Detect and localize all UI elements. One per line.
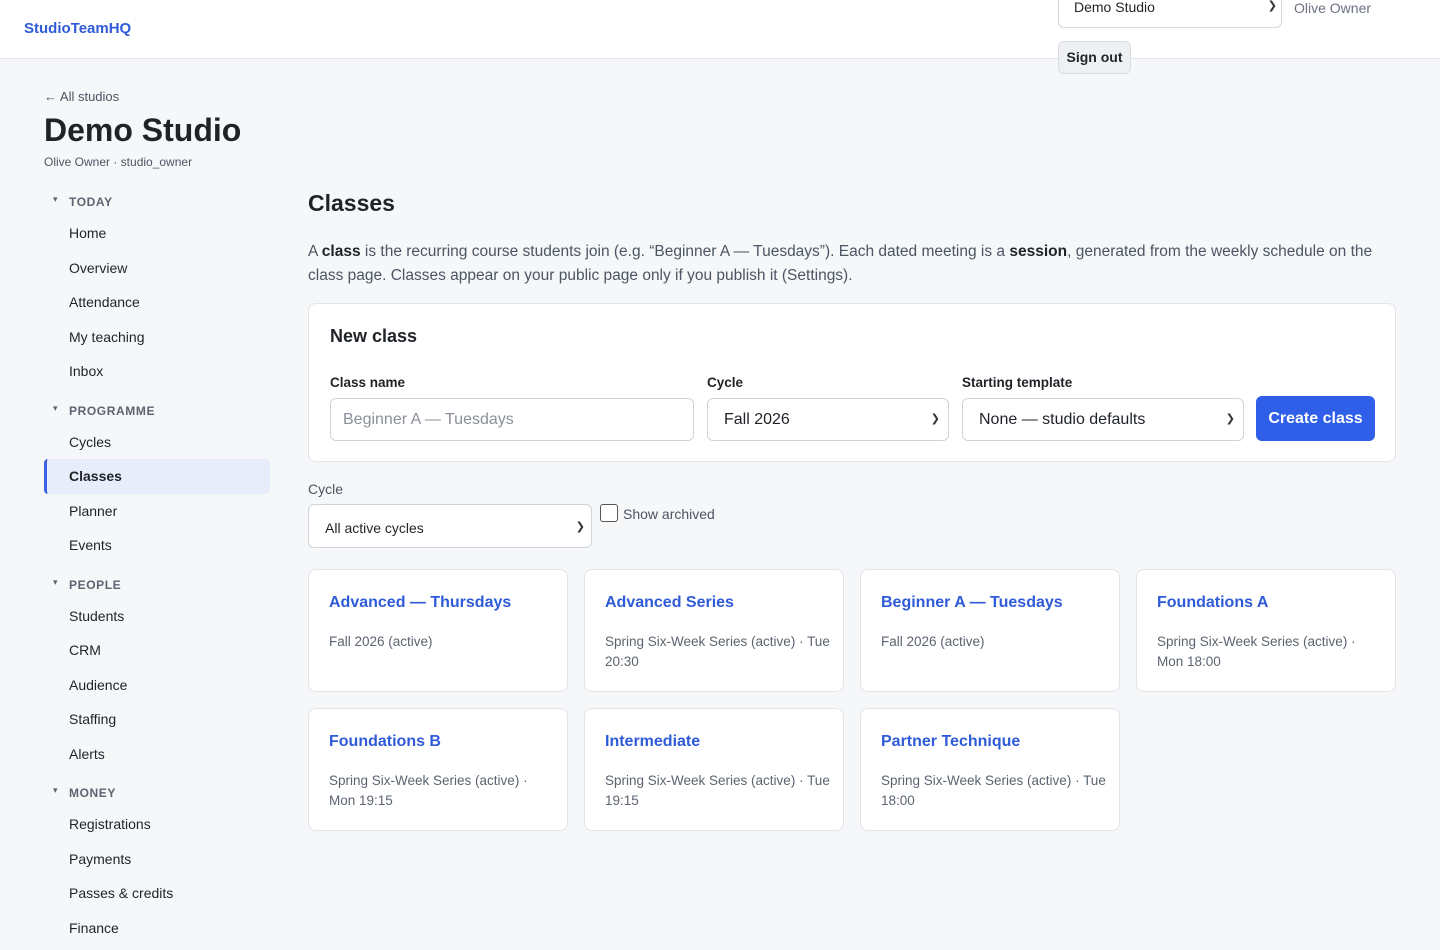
template-label: Starting template bbox=[962, 375, 1073, 390]
class-card[interactable]: Intermediate Spring Six-Week Series (act… bbox=[584, 708, 844, 831]
sidebar-item-alerts[interactable]: Alerts bbox=[44, 737, 270, 772]
template-select-value: None — studio defaults bbox=[979, 411, 1146, 428]
nav-section-today[interactable]: ▾ TODAY bbox=[44, 186, 270, 216]
intro-part: A bbox=[308, 243, 322, 260]
sidebar-item-my-teaching[interactable]: My teaching bbox=[44, 320, 270, 355]
sidebar-item-students[interactable]: Students bbox=[44, 599, 270, 634]
intro-text: A class is the recurring course students… bbox=[308, 240, 1398, 288]
intro-part: is the recurring course students join (e… bbox=[360, 243, 1010, 260]
nav-section-people[interactable]: ▾ PEOPLE bbox=[44, 569, 270, 599]
class-name-input[interactable]: Beginner A — Tuesdays bbox=[330, 398, 694, 441]
sidebar-item-home[interactable]: Home bbox=[44, 216, 270, 251]
top-bar: StudioTeamHQ Demo Studio ❯ Olive Owner S… bbox=[0, 0, 1440, 74]
class-card-meta: Spring Six-Week Series (active) · Mon 19… bbox=[329, 773, 528, 808]
class-card[interactable]: Advanced Series Spring Six-Week Series (… bbox=[584, 569, 844, 692]
studio-select-value: Demo Studio bbox=[1074, 0, 1155, 15]
nav-section-label: PEOPLE bbox=[69, 577, 122, 592]
brand-logo[interactable]: StudioTeamHQ bbox=[24, 20, 131, 37]
class-card-meta: Spring Six-Week Series (active) · Tue 19… bbox=[605, 773, 830, 808]
sidebar-item-inbox[interactable]: Inbox bbox=[44, 354, 270, 389]
intro-term-session: session bbox=[1009, 243, 1068, 260]
chevron-down-icon: ❯ bbox=[1225, 413, 1235, 425]
class-card[interactable]: Partner Technique Spring Six-Week Series… bbox=[860, 708, 1120, 831]
cycle-filter-label: Cycle bbox=[308, 481, 344, 497]
sidebar-item-attendance[interactable]: Attendance bbox=[44, 285, 270, 320]
sidebar-item-registrations[interactable]: Registrations bbox=[44, 807, 270, 842]
sidebar-item-cycles[interactable]: Cycles bbox=[44, 425, 270, 460]
class-card[interactable]: Foundations A Spring Six-Week Series (ac… bbox=[1136, 569, 1396, 692]
class-card[interactable]: Beginner A — Tuesdays Fall 2026 (active) bbox=[860, 569, 1120, 692]
sidebar-item-events[interactable]: Events bbox=[44, 528, 270, 563]
sidebar-item-passes-credits[interactable]: Passes & credits bbox=[44, 876, 270, 911]
create-class-button[interactable]: Create class bbox=[1256, 396, 1375, 441]
cycle-label: Cycle bbox=[707, 375, 744, 390]
cycle-filter-value: All active cycles bbox=[325, 520, 424, 536]
class-card-meta: Spring Six-Week Series (active) · Tue 20… bbox=[605, 634, 830, 669]
class-card-meta: Spring Six-Week Series (active) · Mon 18… bbox=[1157, 634, 1356, 669]
caret-down-icon: ▾ bbox=[53, 785, 59, 795]
page-title: Classes bbox=[308, 190, 395, 216]
class-card[interactable]: Advanced — Thursdays Fall 2026 (active) bbox=[308, 569, 568, 692]
user-name: Olive Owner bbox=[1294, 0, 1372, 16]
sidebar-item-staffing[interactable]: Staffing bbox=[44, 702, 270, 737]
class-card-name[interactable]: Partner Technique bbox=[881, 733, 1020, 751]
class-card-name[interactable]: Advanced — Thursdays bbox=[329, 594, 511, 612]
chevron-down-icon: ❯ bbox=[930, 413, 940, 425]
sidebar-item-payments[interactable]: Payments bbox=[44, 842, 270, 877]
intro-term-class: class bbox=[321, 243, 361, 260]
sidebar-item-planner[interactable]: Planner bbox=[44, 494, 270, 529]
caret-down-icon: ▾ bbox=[53, 194, 59, 204]
class-card-name[interactable]: Advanced Series bbox=[605, 594, 734, 612]
sidebar-item-finance[interactable]: Finance bbox=[44, 911, 270, 946]
template-select[interactable]: None — studio defaults ❯ bbox=[962, 398, 1244, 441]
class-card-meta: Spring Six-Week Series (active) · Tue 18… bbox=[881, 773, 1106, 808]
caret-down-icon: ▾ bbox=[53, 402, 59, 413]
class-name-placeholder: Beginner A — Tuesdays bbox=[343, 411, 514, 428]
sidebar: ▾ TODAY Home Overview Attendance My teac… bbox=[44, 186, 270, 945]
class-card-meta: Fall 2026 (active) bbox=[329, 634, 433, 649]
caret-down-icon: ▾ bbox=[53, 576, 59, 587]
sidebar-item-classes[interactable]: Classes bbox=[44, 459, 270, 494]
nav-section-money[interactable]: ▾ MONEY bbox=[44, 777, 270, 807]
studio-title: Demo Studio bbox=[44, 112, 242, 148]
class-card-name[interactable]: Intermediate bbox=[605, 733, 700, 751]
class-name-label: Class name bbox=[330, 375, 406, 390]
cycle-select[interactable]: Fall 2026 ❯ bbox=[707, 398, 949, 441]
all-studios-link[interactable]: ← All studios bbox=[44, 89, 119, 104]
chevron-down-icon: ❯ bbox=[1267, 0, 1277, 12]
chevron-down-icon: ❯ bbox=[575, 521, 585, 533]
new-class-heading: New class bbox=[330, 326, 418, 346]
nav-section-label: PROGRAMME bbox=[69, 403, 156, 418]
studio-select[interactable]: Demo Studio ❯ bbox=[1058, 0, 1282, 28]
sidebar-item-overview[interactable]: Overview bbox=[44, 251, 270, 286]
class-card-name[interactable]: Foundations A bbox=[1157, 594, 1268, 612]
sign-out-button[interactable]: Sign out bbox=[1058, 41, 1131, 74]
sidebar-item-audience[interactable]: Audience bbox=[44, 668, 270, 703]
cycle-select-value: Fall 2026 bbox=[724, 411, 790, 428]
class-card-meta: Fall 2026 (active) bbox=[881, 634, 985, 649]
class-card-name[interactable]: Foundations B bbox=[329, 733, 441, 751]
class-card-name[interactable]: Beginner A — Tuesdays bbox=[881, 594, 1063, 612]
sidebar-item-crm[interactable]: CRM bbox=[44, 633, 270, 668]
show-archived-label[interactable]: Show archived bbox=[623, 506, 715, 522]
nav-section-programme[interactable]: ▾ PROGRAMME bbox=[44, 395, 270, 425]
nav-section-label: MONEY bbox=[69, 786, 117, 800]
cycle-filter-select[interactable]: All active cycles ❯ bbox=[308, 504, 592, 548]
new-class-card: New class Class name Beginner A — Tuesda… bbox=[308, 303, 1396, 462]
show-archived-checkbox[interactable] bbox=[600, 504, 618, 522]
studio-meta: Olive Owner · studio_owner bbox=[44, 155, 193, 169]
class-card[interactable]: Foundations B Spring Six-Week Series (ac… bbox=[308, 708, 568, 831]
nav-section-label: TODAY bbox=[69, 195, 113, 209]
